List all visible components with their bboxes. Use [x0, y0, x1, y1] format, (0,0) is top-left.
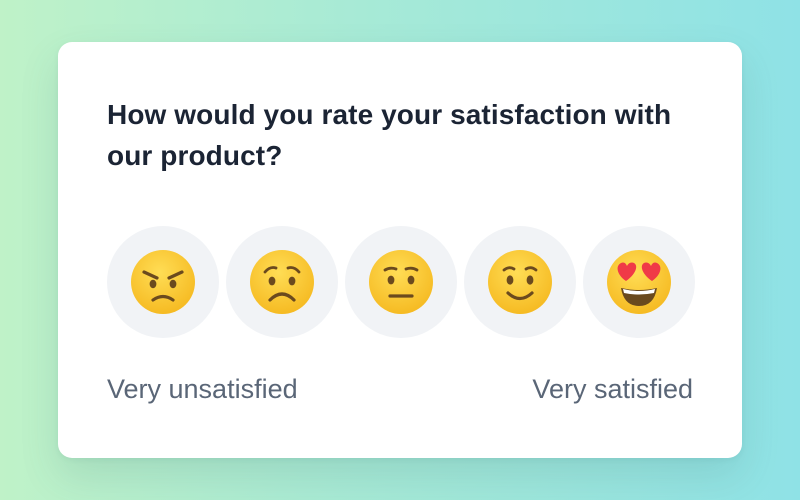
rating-option-3[interactable] — [345, 226, 457, 338]
scale-min-label: Very unsatisfied — [107, 374, 298, 404]
rating-options — [107, 226, 697, 338]
heart-eyes-face-icon — [607, 250, 671, 314]
rating-option-4[interactable] — [464, 226, 576, 338]
survey-question: How would you rate your satisfaction wit… — [107, 99, 672, 171]
rating-option-1[interactable] — [107, 226, 219, 338]
rating-card: How would you rate your satisfaction wit… — [58, 42, 742, 458]
slightly-smiling-face-icon — [488, 250, 552, 314]
rating-option-2[interactable] — [226, 226, 338, 338]
rating-option-5[interactable] — [583, 226, 695, 338]
neutral-face-icon — [369, 250, 433, 314]
scale-max-label: Very satisfied — [532, 374, 693, 404]
frowning-face-icon — [250, 250, 314, 314]
angry-face-icon — [131, 250, 195, 314]
